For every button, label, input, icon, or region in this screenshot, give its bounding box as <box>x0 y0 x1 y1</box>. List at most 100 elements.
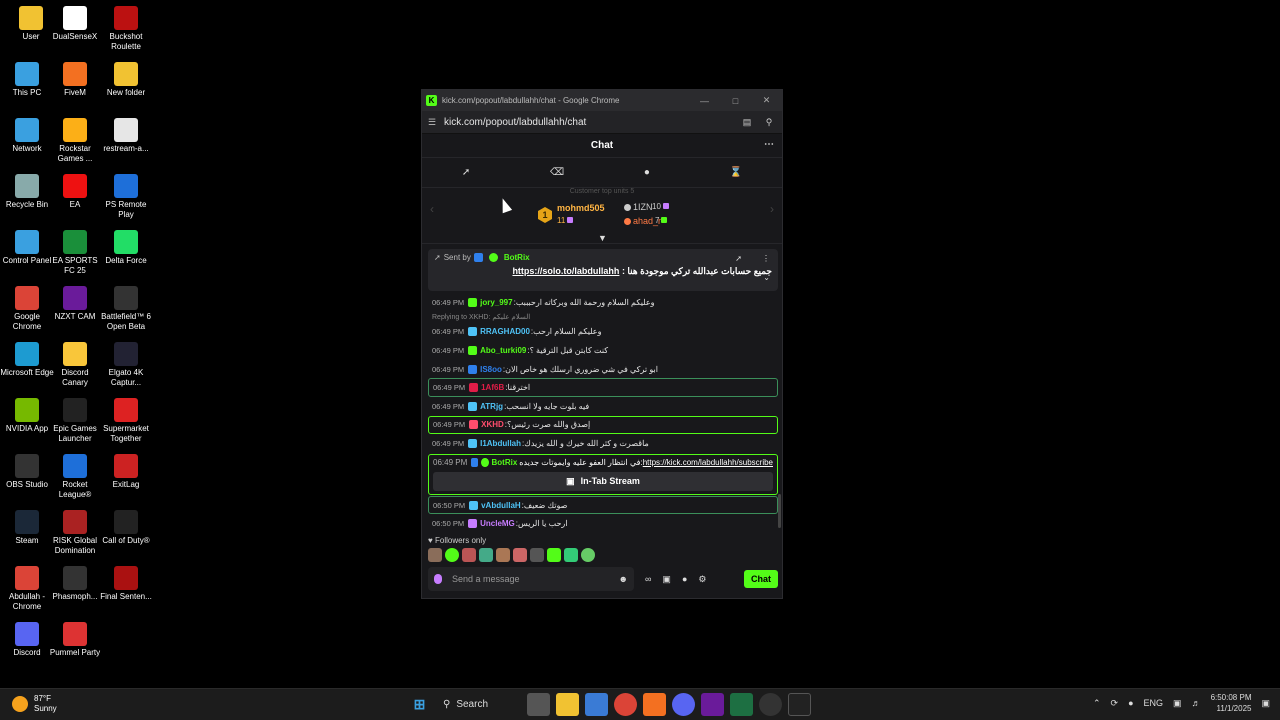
desktop-icon[interactable]: Rockstar Games ... <box>48 118 102 164</box>
emote-icon[interactable] <box>530 548 544 562</box>
desktop-icon[interactable]: DualSenseX <box>48 6 102 42</box>
chat-message[interactable]: 06:49 PM jory_997: وعليكم السلام ورحمة ال… <box>428 293 778 312</box>
desktop-icon[interactable]: Recycle Bin <box>0 174 54 210</box>
discord-icon[interactable] <box>672 693 695 716</box>
clock[interactable]: 6:50:08 PM 11/1/2025 <box>1211 692 1252 714</box>
desktop-icon[interactable]: Supermarket Together <box>99 398 153 444</box>
file-explorer-icon[interactable] <box>556 693 579 716</box>
desktop-icon[interactable]: Final Senten... <box>99 566 153 602</box>
chevron-right-icon[interactable]: › <box>770 202 774 216</box>
desktop-icon[interactable]: Steam <box>0 510 54 546</box>
desktop-icon[interactable]: Discord <box>0 622 54 658</box>
in-tab-stream-button[interactable]: ▣ In-Tab Stream <box>433 471 773 491</box>
address-bar[interactable]: ☰ kick.com/popout/labdullahh/chat ▤ ⚲ <box>422 111 782 134</box>
weather-widget[interactable]: 87°F Sunny <box>12 694 57 714</box>
desktop-icon[interactable]: EA <box>48 174 102 210</box>
desktop-icon[interactable]: Control Panel <box>0 230 54 266</box>
gear-icon[interactable]: ⚙ <box>698 574 706 585</box>
speaker-icon[interactable]: ♬ <box>1192 698 1201 708</box>
emote-icon[interactable] <box>462 548 476 562</box>
emote-icon[interactable] <box>581 548 595 562</box>
sword-icon[interactable]: ➚ <box>462 167 470 178</box>
scrollbar[interactable] <box>778 494 781 528</box>
task-view-icon[interactable] <box>527 693 550 716</box>
infinity-icon[interactable]: ∞ <box>645 574 651 584</box>
chat-message[interactable]: 06:49 PM I1Abdullah: ماقصرت و كثر الله خي… <box>428 434 778 453</box>
hourglass-icon[interactable]: ⌛ <box>730 167 742 178</box>
site-info-icon[interactable]: ☰ <box>428 117 438 128</box>
message-username[interactable]: XKHD <box>481 420 504 429</box>
excel-icon[interactable] <box>730 693 753 716</box>
desktop-icon[interactable]: This PC <box>0 62 54 98</box>
pinned-link[interactable]: https://solo.to/labdullahh <box>512 266 619 276</box>
message-username[interactable]: vAbdullaH <box>481 501 521 510</box>
chat-message[interactable]: 06:49 PM XKHD: إصدق والله صرت رئيس؟ <box>428 415 778 435</box>
fivem-icon[interactable] <box>643 693 666 716</box>
chat-bubble-icon[interactable]: ● <box>682 574 687 584</box>
nzxt-icon[interactable] <box>701 693 724 716</box>
mic-icon[interactable] <box>434 574 442 584</box>
obs-icon[interactable] <box>759 693 782 716</box>
desktop-icon[interactable]: Elgato 4K Captur... <box>99 342 153 388</box>
desktop-icon[interactable]: Delta Force <box>99 230 153 266</box>
zoom-icon[interactable]: ⚲ <box>762 117 776 128</box>
message-username[interactable]: jory_997 <box>480 298 512 307</box>
chat-bubble-icon[interactable]: ● <box>644 167 650 178</box>
trash-icon[interactable]: ⌫ <box>550 167 564 178</box>
desktop-icon[interactable]: PS Remote Play <box>99 174 153 220</box>
chat-message[interactable]: 06:49 PM Abo_turki09: كنت كابتن قبل الترق… <box>428 341 778 360</box>
desktop-icon[interactable]: Phasmoph... <box>48 566 102 602</box>
message-username[interactable]: 1Af6B <box>481 383 504 392</box>
desktop-icon[interactable]: Battlefield™ 6 Open Beta <box>99 286 153 332</box>
emote-icon[interactable] <box>496 548 510 562</box>
chat-message[interactable]: 06:50 PM UncleMG: ارحب يا الريس <box>428 514 778 533</box>
emote-icon[interactable] <box>513 548 527 562</box>
desktop-icon[interactable]: Discord Canary <box>48 342 102 388</box>
title-bar[interactable]: K kick.com/popout/labdullahh/chat - Goog… <box>422 90 782 111</box>
notification-icon[interactable]: ▣ <box>1261 698 1270 709</box>
windows-start-icon[interactable]: ⊞ <box>408 693 431 716</box>
monitor-icon[interactable]: ▣ <box>1173 698 1182 709</box>
message-username[interactable]: Abo_turki09 <box>480 346 526 355</box>
chrome-icon[interactable] <box>614 693 637 716</box>
reply-context[interactable]: Replying to XKHD: السلام عليكم <box>428 312 778 323</box>
chat-message[interactable]: 06:49 PM IS8oo: ابو تركي في شي ضروري ارسل… <box>428 360 778 379</box>
emote-icon[interactable] <box>479 548 493 562</box>
desktop-icon[interactable]: NZXT CAM <box>48 286 102 322</box>
message-input[interactable]: Send a message ☻ <box>428 567 634 591</box>
chat-message[interactable]: 06:49 PM ATRjg: فيه بلوت جايه ولا انسحب <box>428 397 778 416</box>
message-username[interactable]: BotRix <box>492 458 518 467</box>
emote-icon[interactable] <box>428 548 442 562</box>
mic-tray-icon[interactable]: ● <box>1128 698 1133 708</box>
subscribe-link[interactable]: https://kick.com/labdullahh/subscribe <box>643 458 773 467</box>
emote-icon[interactable] <box>564 548 578 562</box>
desktop-icon[interactable]: OBS Studio <box>0 454 54 490</box>
desktop-icon[interactable]: NVIDIA App <box>0 398 54 434</box>
chrome-window[interactable]: K kick.com/popout/labdullahh/chat - Goog… <box>421 89 783 599</box>
message-username[interactable]: RRAGHAD00 <box>480 327 530 336</box>
desktop-icon[interactable]: New folder <box>99 62 153 98</box>
taskbar-search[interactable]: ⚲ Search <box>437 693 521 716</box>
chat-message[interactable]: 06:49 PM 1Af6B: اخترقنا <box>428 378 778 397</box>
pinned-bot-name[interactable]: BotRix <box>504 253 530 262</box>
message-username[interactable]: UncleMG <box>480 519 515 528</box>
desktop-icon[interactable]: Buckshot Roulette <box>99 6 153 52</box>
emote-icon[interactable] <box>547 548 561 562</box>
filter-icon[interactable]: ▼ <box>598 233 607 243</box>
desktop-icon[interactable]: RISK Global Domination <box>48 510 102 556</box>
translate-icon[interactable]: ▤ <box>740 117 754 128</box>
terminal-icon[interactable] <box>788 693 811 716</box>
chevron-up-icon[interactable]: ⌃ <box>1093 698 1101 709</box>
desktop-icon[interactable]: Microsoft Edge <box>0 342 54 378</box>
message-username[interactable]: I1Abdullah <box>480 439 521 448</box>
url-text[interactable]: kick.com/popout/labdullahh/chat <box>444 117 732 128</box>
desktop-icon[interactable]: Call of Duty® <box>99 510 153 546</box>
desktop-icon[interactable]: Pummel Party <box>48 622 102 658</box>
store-icon[interactable] <box>585 693 608 716</box>
chat-message[interactable]: 06:50 PM vAbdullaH: صوتك ضعيف <box>428 495 778 515</box>
message-username[interactable]: IS8oo <box>480 365 502 374</box>
emoji-icon[interactable]: ☻ <box>619 574 628 584</box>
desktop-icon[interactable]: Abdullah - Chrome <box>0 566 54 612</box>
pinned-more-icon[interactable]: ⋮ <box>762 254 770 263</box>
more-options-icon[interactable]: ⋯ <box>764 139 774 150</box>
